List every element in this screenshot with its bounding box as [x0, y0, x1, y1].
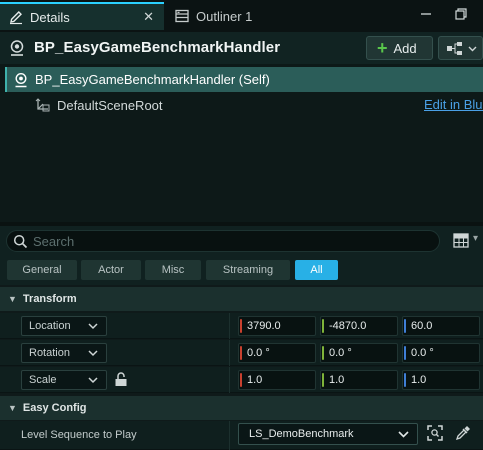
column-divider: [229, 367, 230, 393]
tree-item-root-label: DefaultSceneRoot: [57, 97, 163, 113]
scale-x-value: 1.0: [247, 374, 263, 386]
scale-y-value: 1.0: [329, 374, 345, 386]
tab-details[interactable]: Details ✕: [0, 2, 164, 30]
rotation-z-value: 0.0 °: [411, 347, 434, 359]
filter-misc[interactable]: Misc: [145, 260, 201, 280]
tree-item-default-scene-root[interactable]: DefaultSceneRoot: [34, 95, 163, 115]
tree-item-self-label: BP_EasyGameBenchmarkHandler (Self): [35, 72, 270, 87]
column-divider: [229, 340, 230, 366]
rotation-z-field[interactable]: 0.0 °: [402, 343, 480, 363]
level-sequence-value: LS_DemoBenchmark: [249, 428, 354, 440]
rotation-x-field[interactable]: 0.0 °: [238, 343, 316, 363]
tab-details-label: Details: [30, 9, 70, 25]
minimize-icon[interactable]: [419, 7, 433, 21]
rotation-y-field[interactable]: 0.0 °: [320, 343, 398, 363]
property-matrix-icon[interactable]: [453, 233, 469, 248]
chevron-down-icon: [88, 323, 98, 330]
scale-x-field[interactable]: 1.0: [238, 370, 316, 390]
eyedropper-icon[interactable]: [455, 425, 471, 441]
transform-row-location: Location 3790.0 -4870.0 60.0: [0, 313, 483, 339]
restore-icon[interactable]: [454, 7, 468, 21]
transform-row-scale: Scale 1.0 1.0 1.0: [0, 367, 483, 393]
location-y-field[interactable]: -4870.0: [320, 316, 398, 336]
scale-label: Scale: [29, 374, 57, 386]
scale-z-value: 1.0: [411, 374, 427, 386]
level-sequence-label: Level Sequence to Play: [21, 429, 137, 441]
location-x-value: 3790.0: [247, 320, 281, 332]
x-axis-marker: [240, 373, 242, 387]
tree-item-self[interactable]: BP_EasyGameBenchmarkHandler (Self): [5, 67, 483, 92]
tab-outliner[interactable]: Outliner 1: [166, 2, 316, 30]
rotation-x-value: 0.0 °: [247, 347, 270, 359]
location-label: Location: [29, 320, 71, 332]
search-box[interactable]: [6, 230, 440, 252]
filter-actor[interactable]: Actor: [81, 260, 141, 280]
search-input[interactable]: [33, 233, 433, 250]
y-axis-marker: [322, 319, 324, 333]
z-axis-marker: [404, 373, 406, 387]
actor-icon: [13, 72, 29, 88]
section-easy-config[interactable]: ▼ Easy Config: [0, 396, 483, 420]
pencil-icon: [8, 9, 24, 25]
scale-z-field[interactable]: 1.0: [402, 370, 480, 390]
rotation-label: Rotation: [29, 347, 70, 359]
chevron-down-icon: [88, 377, 98, 384]
location-z-field[interactable]: 60.0: [402, 316, 480, 336]
location-x-field[interactable]: 3790.0: [238, 316, 316, 336]
rotation-mode-dropdown[interactable]: Rotation: [21, 343, 107, 363]
blueprint-icon: [447, 42, 477, 55]
section-easy-config-title: Easy Config: [22, 402, 87, 414]
chevron-down-icon: [88, 350, 98, 357]
details-header: BP_EasyGameBenchmarkHandler + Add: [0, 32, 483, 64]
search-row: ▾: [0, 226, 483, 256]
z-axis-marker: [404, 346, 406, 360]
z-axis-marker: [404, 319, 406, 333]
collapse-triangle-icon: ▼: [8, 294, 17, 304]
blueprint-options-button[interactable]: [438, 36, 483, 60]
x-axis-marker: [240, 346, 242, 360]
transform-row-rotation: Rotation 0.0 ° 0.0 ° 0.0 °: [0, 340, 483, 366]
filter-tabs: General Actor Misc Streaming All: [0, 256, 483, 285]
plus-icon: +: [377, 38, 388, 58]
rotation-y-value: 0.0 °: [329, 347, 352, 359]
chevron-down-icon: [398, 431, 409, 438]
actor-icon: [8, 39, 26, 57]
scale-mode-dropdown[interactable]: Scale: [21, 370, 107, 390]
location-mode-dropdown[interactable]: Location: [21, 316, 107, 336]
browse-to-asset-icon[interactable]: [427, 425, 443, 441]
filter-all[interactable]: All: [295, 260, 338, 280]
location-z-value: 60.0: [411, 320, 433, 332]
scene-component-icon: [34, 97, 52, 113]
location-y-value: -4870.0: [329, 320, 367, 332]
section-transform-title: Transform: [22, 293, 77, 305]
scale-y-field[interactable]: 1.0: [320, 370, 398, 390]
add-button-label: Add: [393, 40, 417, 56]
easy-config-row-level-sequence: Level Sequence to Play LS_DemoBenchmark: [0, 421, 483, 450]
add-component-button[interactable]: + Add: [366, 36, 433, 60]
filter-streaming[interactable]: Streaming: [206, 260, 290, 280]
column-divider: [229, 421, 230, 450]
chevron-down-icon[interactable]: ▾: [473, 233, 478, 244]
tab-outliner-label: Outliner 1: [196, 8, 253, 24]
column-divider: [229, 313, 230, 339]
collapse-triangle-icon: ▼: [8, 403, 17, 413]
section-transform[interactable]: ▼ Transform: [0, 287, 483, 311]
y-axis-marker: [322, 346, 324, 360]
level-sequence-dropdown[interactable]: LS_DemoBenchmark: [238, 423, 418, 445]
component-tree: BP_EasyGameBenchmarkHandler (Self) Defau…: [0, 64, 483, 222]
outliner-icon: [174, 8, 190, 24]
edit-in-blueprint-link[interactable]: Edit in Blue: [424, 97, 483, 112]
unlock-icon[interactable]: [114, 372, 128, 387]
tab-bar: Details ✕ Outliner 1: [0, 0, 483, 32]
filter-general[interactable]: General: [7, 260, 77, 280]
y-axis-marker: [322, 373, 324, 387]
x-axis-marker: [240, 319, 242, 333]
close-icon[interactable]: ✕: [143, 9, 154, 25]
search-icon: [13, 234, 28, 249]
actor-title: BP_EasyGameBenchmarkHandler: [34, 39, 281, 56]
